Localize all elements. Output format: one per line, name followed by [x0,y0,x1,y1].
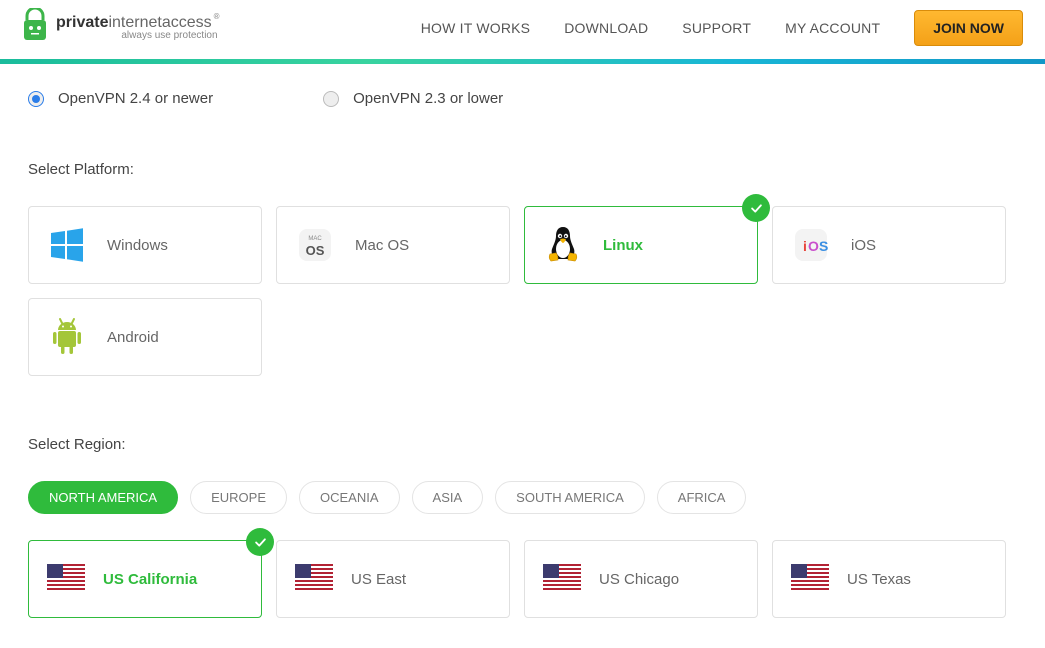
radio-label: OpenVPN 2.4 or newer [58,90,213,107]
radio-openvpn-24[interactable]: OpenVPN 2.4 or newer [28,90,213,107]
region-tab-africa[interactable]: AFRICA [657,481,747,514]
region-label: US East [351,571,406,588]
region-tab-asia[interactable]: ASIA [412,481,484,514]
region-label: US California [103,571,197,588]
svg-text:i: i [803,238,807,254]
radio-dot-icon [323,91,339,107]
platform-label: Mac OS [355,237,409,254]
linux-icon [543,225,583,265]
check-badge-icon [246,528,274,556]
platform-card-android[interactable]: Android [28,298,262,376]
region-card-us-texas[interactable]: US Texas [772,540,1006,618]
region-tab-north-america[interactable]: NORTH AMERICA [28,481,178,514]
platform-card-windows[interactable]: Windows [28,206,262,284]
region-card-us-east[interactable]: US East [276,540,510,618]
nav-support[interactable]: SUPPORT [682,20,751,36]
platform-label: Windows [107,237,168,254]
region-tab-oceania[interactable]: OCEANIA [299,481,400,514]
region-card-us-chicago[interactable]: US Chicago [524,540,758,618]
svg-text:MAC: MAC [308,236,322,242]
platform-label: iOS [851,237,876,254]
radio-dot-icon [28,91,44,107]
padlock-robot-icon [22,8,48,47]
us-flag-icon [791,564,829,595]
platform-card-linux[interactable]: Linux [524,206,758,284]
region-card-us-california[interactable]: US California [28,540,262,618]
nav-how-it-works[interactable]: HOW IT WORKS [421,20,530,36]
join-now-button[interactable]: JOIN NOW [914,10,1023,46]
region-tab-europe[interactable]: EUROPE [190,481,287,514]
nav-my-account[interactable]: MY ACCOUNT [785,20,880,36]
radio-openvpn-23[interactable]: OpenVPN 2.3 or lower [323,90,503,107]
platform-label: Linux [603,237,643,254]
select-region-label: Select Region: [28,436,1017,453]
svg-text:S: S [819,238,828,254]
radio-label: OpenVPN 2.3 or lower [353,90,503,107]
region-label: US Texas [847,571,911,588]
registered-mark: ® [214,12,220,21]
macos-icon: MAC OS [295,225,335,265]
android-icon [47,317,87,357]
svg-text:OS: OS [306,243,325,258]
brand-logo[interactable]: privateinternetaccess® always use protec… [22,8,218,47]
region-label: US Chicago [599,571,679,588]
brand-name-light: internetaccess [108,14,211,31]
us-flag-icon [295,564,333,595]
platform-card-macos[interactable]: MAC OS Mac OS [276,206,510,284]
us-flag-icon [47,564,85,595]
nav-download[interactable]: DOWNLOAD [564,20,648,36]
check-badge-icon [742,194,770,222]
windows-icon [47,225,87,265]
platform-label: Android [107,329,159,346]
ios-icon: i O S [791,225,831,265]
platform-card-ios[interactable]: i O S iOS [772,206,1006,284]
svg-text:O: O [808,238,819,254]
region-tab-south-america[interactable]: SOUTH AMERICA [495,481,645,514]
select-platform-label: Select Platform: [28,161,1017,178]
brand-name-bold: private [56,14,108,31]
us-flag-icon [543,564,581,595]
